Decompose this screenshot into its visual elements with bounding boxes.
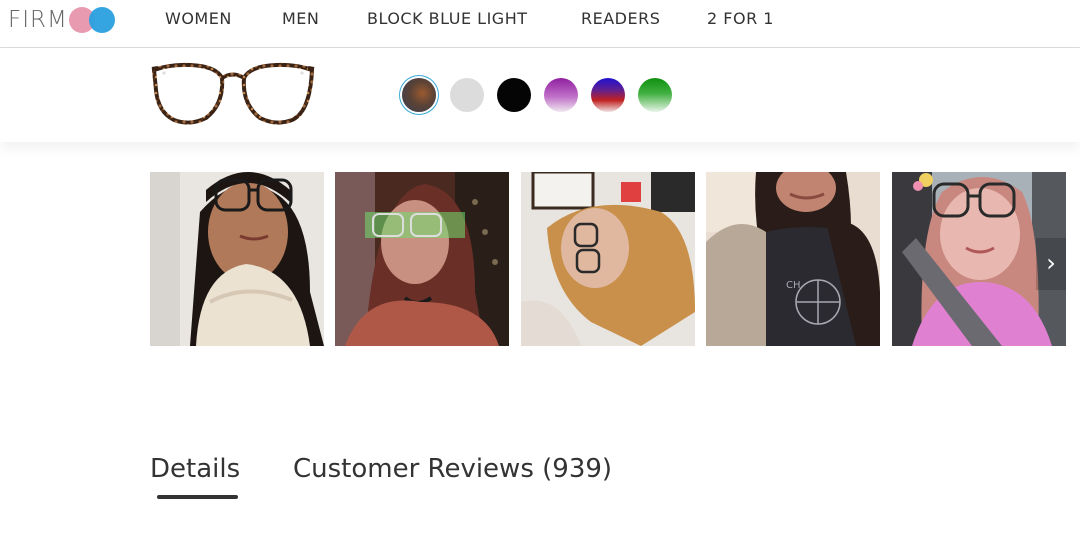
active-tab-indicator [157,495,238,499]
logo-text: FIRM [8,7,68,33]
customer-photo[interactable] [521,172,695,346]
customer-photo[interactable] [150,172,324,346]
tab-details[interactable]: Details [150,454,240,484]
top-navigation: FIRM WOMEN MEN BLOCK BLUE LIGHT READERS … [0,0,1080,48]
chevron-right-icon: › [1046,249,1056,277]
nav-item-2-for-1[interactable]: 2 FOR 1 [707,9,774,28]
nav-item-readers[interactable]: READERS [581,9,660,28]
frame-color-strip [0,48,1080,142]
logo-circles-icon [68,6,119,34]
gallery-next-button[interactable]: › [1036,238,1066,290]
firmoo-logo[interactable]: FIRM [8,4,119,36]
nav-item-women[interactable]: WOMEN [165,9,232,28]
color-swatch-tortoise[interactable] [402,78,436,112]
nav-item-men[interactable]: MEN [282,9,319,28]
customer-photo-gallery: CH [150,172,1080,346]
svg-text:CH: CH [786,280,801,291]
nav-item-block-blue-light[interactable]: BLOCK BLUE LIGHT [367,9,528,28]
color-swatch-green-fade[interactable] [638,78,672,112]
color-swatch-black[interactable] [497,78,531,112]
color-swatch-clear[interactable] [450,78,484,112]
color-swatch-blue-red-fade[interactable] [591,78,625,112]
customer-photo[interactable] [335,172,509,346]
customer-photo[interactable]: CH [706,172,880,346]
glasses-frame-icon [151,62,315,125]
tab-customer-reviews[interactable]: Customer Reviews (939) [293,454,612,484]
color-swatch-purple-fade[interactable] [544,78,578,112]
